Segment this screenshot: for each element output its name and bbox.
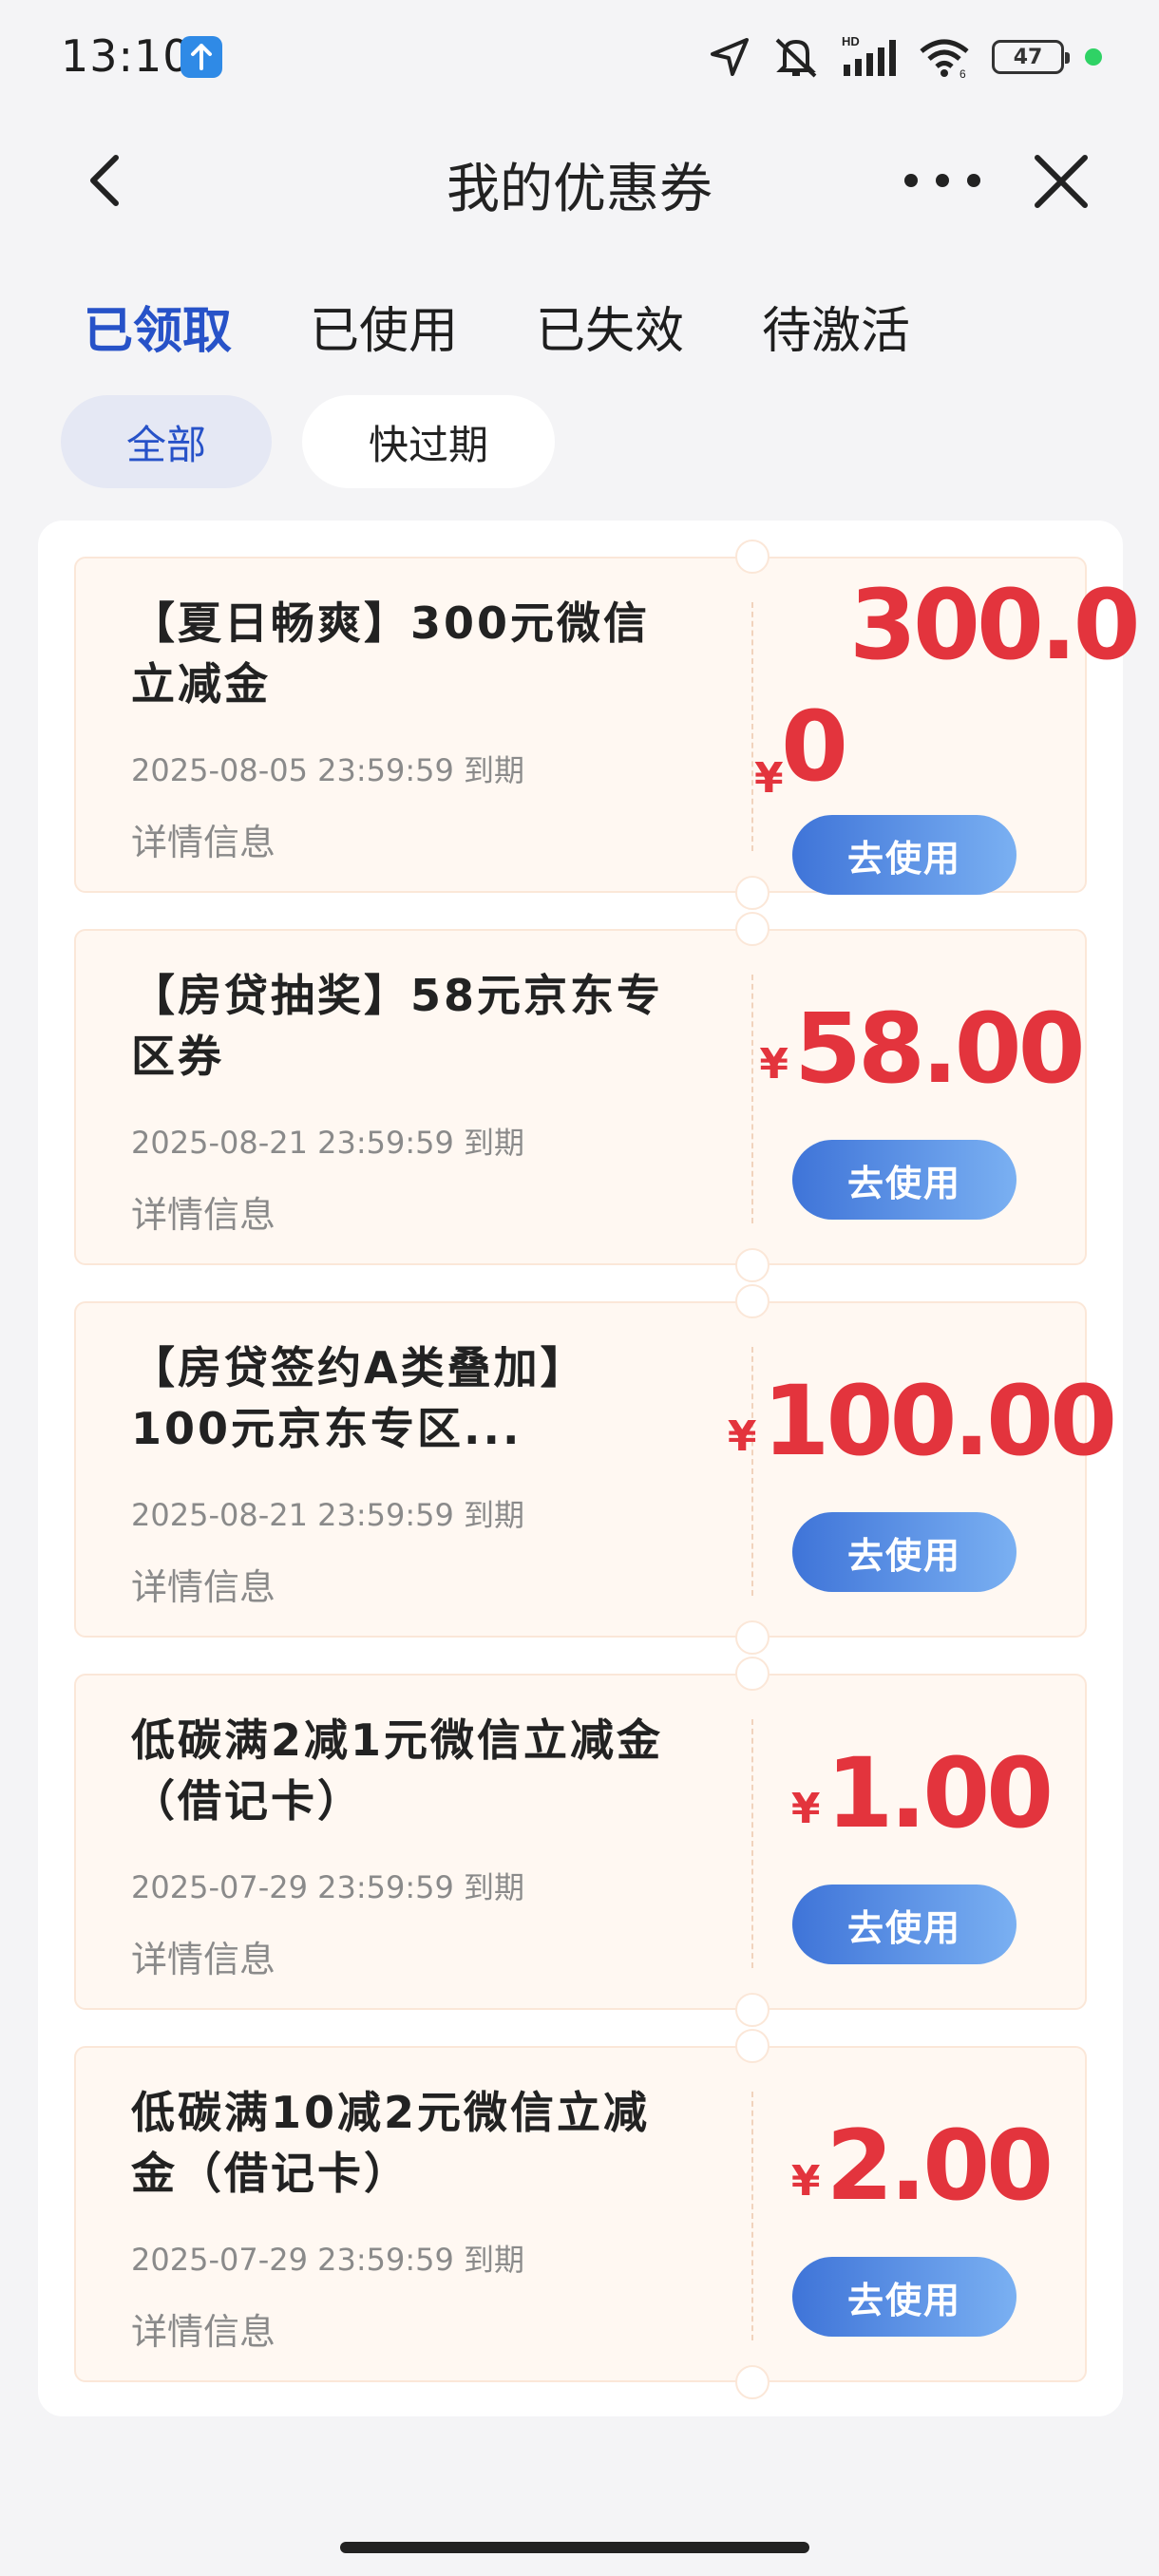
wifi-icon: 6 [920,39,969,78]
ticket-divider [751,602,753,851]
coupon-amount: ¥ 100.00 [728,1303,1117,1541]
coupon-amount: ¥ 1.00 [754,1676,1087,1913]
ticket-notch [735,1993,770,2027]
ticket-notch [735,540,770,574]
tab-bar: 已领取 已使用 已失效 待激活 [84,291,988,362]
ticket-notch [735,876,770,910]
amount-line-1: 300.0 [849,569,1141,682]
coupon-amount: ¥ 58.00 [754,931,1087,1168]
use-button[interactable]: 去使用 [792,1885,1016,1964]
ticket-divider [751,975,753,1223]
coupon-title: 低碳满10减2元微信立减金（借记卡） [131,2087,651,2199]
location-icon [711,38,749,76]
privacy-dot [1085,48,1102,66]
coupon-title: 【夏日畅爽】300元微信立减金 [131,597,651,710]
close-icon[interactable] [1030,150,1092,213]
coupon-detail-link[interactable]: 详情信息 [131,813,276,865]
coupon-title: 【房贷抽奖】58元京东专区券 [131,970,664,1082]
tab-used[interactable]: 已使用 [310,291,458,362]
upload-icon [180,36,222,78]
battery-level: 47 [1013,45,1043,69]
mute-icon [775,38,817,78]
svg-text:HD: HD [842,34,860,48]
amount-value: 100.00 [762,1365,1118,1478]
nav-header: 我的优惠券 [0,123,1159,237]
coupon-detail-link[interactable]: 详情信息 [131,2302,276,2355]
coupon-detail-link[interactable]: 详情信息 [131,1185,276,1238]
coupon-card[interactable]: 【夏日畅爽】300元微信立减金 2025-08-05 23:59:59 到期 详… [74,540,1141,910]
amount-line-2: 0 [781,691,848,804]
use-button[interactable]: 去使用 [792,1140,1016,1220]
coupon-expiry: 2025-07-29 23:59:59 到期 [131,1869,525,1905]
filter-chips: 全部 快过期 [61,395,555,488]
amount-value: 2.00 [826,2110,1054,2223]
amount-value: 58.00 [793,993,1086,1106]
currency-symbol: ¥ [790,1784,821,1833]
filter-all[interactable]: 全部 [61,395,272,488]
currency-symbol: ¥ [790,2156,821,2206]
svg-text:6: 6 [960,67,966,78]
home-indicator[interactable] [340,2542,809,2553]
coupon-expiry: 2025-08-05 23:59:59 到期 [131,752,525,788]
coupon-detail-link[interactable]: 详情信息 [131,1558,276,1610]
filter-expiring[interactable]: 快过期 [302,395,555,488]
coupon-title: 低碳满2减1元微信立减金（借记卡） [131,1714,664,1827]
coupon-list: 【夏日畅爽】300元微信立减金 2025-08-05 23:59:59 到期 详… [38,521,1141,2416]
coupon-title: 【房贷签约A类叠加】100元京东专区... [131,1342,587,1454]
use-button[interactable]: 去使用 [792,1512,1016,1592]
coupon-card[interactable]: 低碳满10减2元微信立减金（借记卡） 2025-07-29 23:59:59 到… [74,2029,1087,2399]
coupon-expiry: 2025-07-29 23:59:59 到期 [131,2242,525,2278]
tab-pending[interactable]: 待激活 [762,291,910,362]
ticket-divider [751,1347,753,1596]
use-button[interactable]: 去使用 [792,815,1016,895]
ticket-notch [735,1620,770,1655]
coupon-card[interactable]: 低碳满2减1元微信立减金（借记卡） 2025-07-29 23:59:59 到期… [74,1657,1087,2027]
coupon-expiry: 2025-08-21 23:59:59 到期 [131,1125,525,1161]
coupon-expiry: 2025-08-21 23:59:59 到期 [131,1497,525,1533]
ticket-divider [751,2092,753,2340]
currency-symbol: ¥ [759,1039,788,1089]
ticket-notch [735,1248,770,1282]
more-icon[interactable] [904,152,980,209]
coupon-amount: ¥ 2.00 [754,2048,1087,2285]
status-time: 13:10 [61,30,192,82]
currency-symbol: ¥ [727,1411,757,1461]
coupon-detail-link[interactable]: 详情信息 [131,1930,276,1982]
use-button[interactable]: 去使用 [792,2257,1016,2337]
ticket-divider [751,1719,753,1968]
status-bar: 13:10 HD 6 47 [0,0,1159,114]
page-title: 我的优惠券 [446,159,712,220]
amount-value: 1.00 [826,1737,1054,1850]
tab-received[interactable]: 已领取 [84,291,232,362]
tab-expired[interactable]: 已失效 [536,291,684,362]
signal-icon: HD [842,34,896,76]
coupon-card[interactable]: 【房贷抽奖】58元京东专区券 2025-08-21 23:59:59 到期 详情… [74,912,1087,1282]
ticket-notch [735,2365,770,2399]
battery-icon: 47 [992,40,1070,74]
status-icons: HD 6 47 [709,34,1102,80]
coupon-card[interactable]: 【房贷签约A类叠加】100元京东专区... 2025-08-21 23:59:5… [74,1284,1117,1655]
currency-symbol: ¥ [754,754,784,803]
